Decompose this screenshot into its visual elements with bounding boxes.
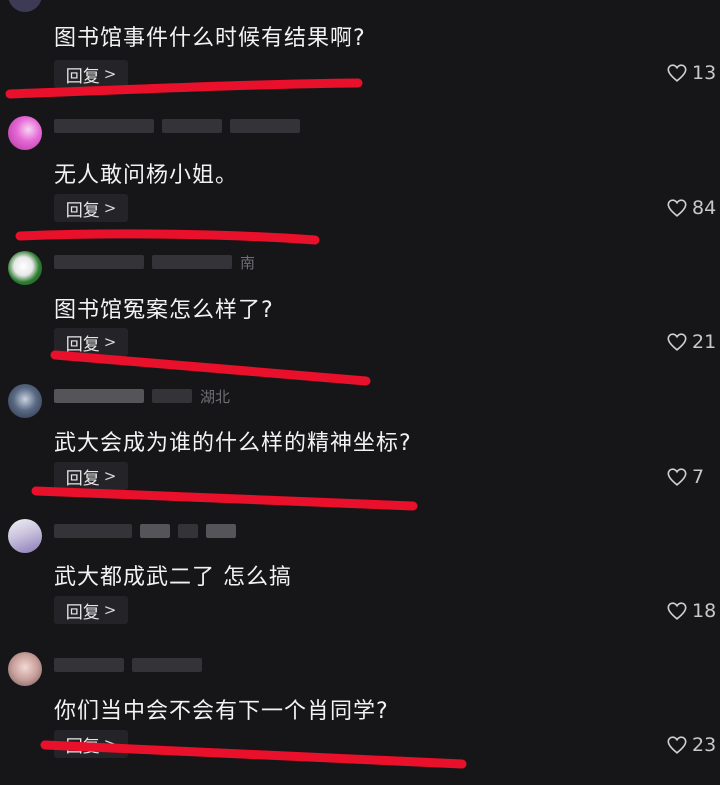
heart-icon — [666, 197, 688, 219]
reply-label: 回复 — [65, 736, 100, 757]
blurred-name — [206, 524, 236, 538]
blurred-name — [152, 255, 232, 269]
comment-text: 武大会成为谁的什么样的精神坐标? — [54, 431, 412, 456]
chevron-right-icon: > — [103, 333, 117, 351]
blurred-name — [178, 524, 198, 538]
location-text: 南 — [240, 253, 256, 272]
avatar[interactable] — [8, 384, 42, 418]
reply-label: 回复 — [65, 334, 100, 355]
like-count: 23 — [692, 734, 717, 756]
blurred-name — [152, 389, 192, 403]
comment-text: 你们当中会不会有下一个肖同学? — [54, 699, 389, 724]
like-button[interactable]: 21 — [666, 331, 720, 353]
blurred-name — [132, 658, 202, 672]
blurred-name — [54, 389, 144, 403]
heart-icon — [666, 600, 688, 622]
reply-label: 回复 — [65, 200, 100, 221]
reply-button[interactable]: 回复 > — [54, 596, 128, 624]
reply-label: 回复 — [65, 468, 100, 489]
heart-icon — [666, 466, 688, 488]
comment-text: 武大都成武二了 怎么搞 — [54, 565, 292, 590]
chevron-right-icon: > — [103, 467, 117, 485]
like-button[interactable]: 18 — [666, 600, 720, 622]
red-underline — [50, 350, 371, 386]
red-underline — [15, 229, 320, 245]
blurred-name — [54, 658, 124, 672]
reply-button[interactable]: 回复 > — [54, 730, 128, 758]
reply-button[interactable]: 回复 > — [54, 462, 128, 490]
reply-label: 回复 — [65, 602, 100, 623]
username[interactable]: 南 — [54, 254, 255, 272]
chevron-right-icon: > — [103, 199, 117, 217]
blurred-name — [54, 255, 144, 269]
blurred-name — [140, 524, 170, 538]
like-count: 7 — [692, 466, 705, 488]
like-count: 84 — [692, 197, 717, 219]
comment-text: 图书馆冤案怎么样了? — [54, 298, 274, 323]
comment-text: 无人敢问杨小姐。 — [54, 163, 239, 188]
comment-item: 你们当中会不会有下一个肖同学? 回复 > 23 — [0, 0, 720, 758]
heart-icon — [666, 331, 688, 353]
like-button[interactable]: 84 — [666, 197, 720, 219]
like-button[interactable]: 7 — [666, 466, 720, 488]
avatar[interactable] — [8, 251, 42, 285]
avatar[interactable] — [8, 519, 42, 553]
like-count: 18 — [692, 600, 717, 622]
blurred-name — [54, 524, 132, 538]
like-button[interactable]: 23 — [666, 734, 720, 756]
username[interactable]: 湖北 — [54, 388, 230, 406]
red-underline — [31, 486, 418, 511]
chevron-right-icon: > — [103, 735, 117, 753]
heart-icon — [666, 734, 688, 756]
username[interactable] — [54, 524, 236, 538]
username[interactable] — [54, 658, 202, 672]
avatar[interactable] — [8, 652, 42, 686]
like-count: 21 — [692, 331, 717, 353]
location-text: 湖北 — [200, 387, 231, 406]
reply-button[interactable]: 回复 > — [54, 328, 128, 356]
reply-button[interactable]: 回复 > — [54, 194, 128, 222]
chevron-right-icon: > — [103, 601, 117, 619]
